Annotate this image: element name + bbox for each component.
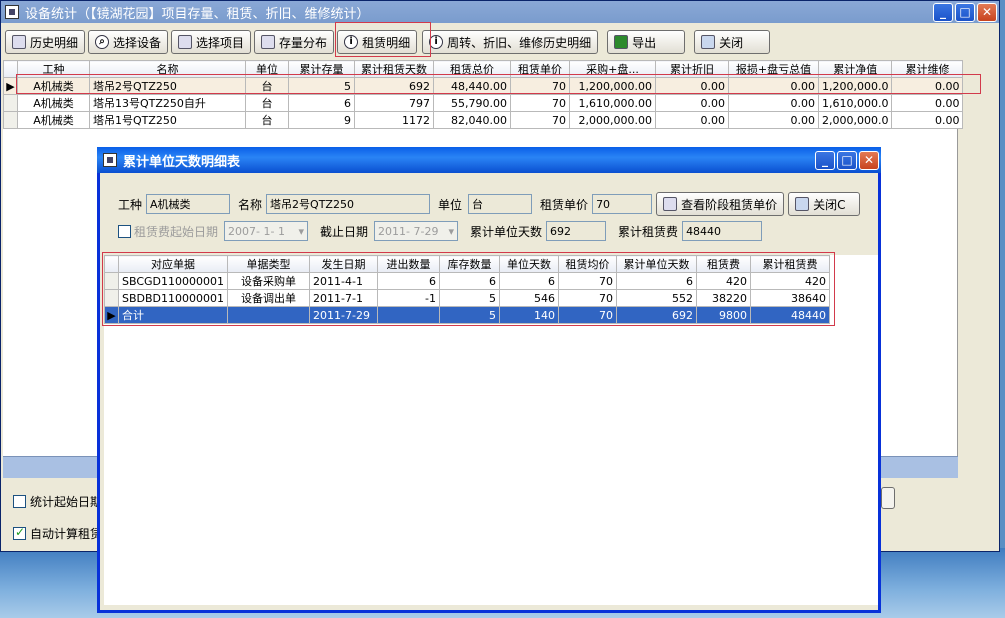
cell: 1,610,000.00	[569, 94, 656, 112]
end-date-label: 截止日期	[320, 224, 369, 239]
rental-start-checkbox[interactable]	[118, 224, 131, 238]
unit-field[interactable]: 台	[468, 194, 533, 214]
days-field[interactable]: 692	[546, 221, 607, 241]
search-icon: ⌕	[95, 35, 110, 49]
history-detail-button[interactable]: 历史明细	[5, 30, 86, 54]
days-label: 累计单位天数	[470, 224, 543, 239]
dialog-minimize-button[interactable]: _	[815, 150, 835, 170]
checkbox[interactable]	[13, 495, 26, 508]
fee-label: 累计租赁费	[618, 224, 679, 239]
list-icon	[663, 197, 678, 211]
name-field[interactable]: 塔吊2号QTZ250	[266, 194, 431, 214]
type-field[interactable]: A机械类	[146, 194, 231, 214]
cell: 797	[354, 94, 434, 112]
dialog-title: 累计单位天数明细表	[123, 154, 241, 170]
cell: 0.00	[728, 111, 819, 129]
price-label: 租赁单价	[540, 197, 589, 212]
start-date-picker[interactable]: 2007- 1- 1 ▾	[224, 221, 309, 241]
equipment-table: 工种 名称 单位 累计存量 累计租赁天数 租赁总价 租赁单价 采购+盘... 累…	[3, 60, 964, 129]
highlight-detail-table	[102, 252, 835, 326]
export-button[interactable]: 导出	[607, 30, 686, 54]
chevron-down-icon: ▾	[448, 224, 455, 238]
fee-field[interactable]: 48440	[682, 221, 763, 241]
cell: 台	[245, 94, 289, 112]
cell: 82,040.00	[433, 111, 511, 129]
table-row[interactable]: A机械类 塔吊1号QTZ250 台 9 1172 82,040.00 70 2,…	[3, 111, 964, 129]
dialog-close-button[interactable]: ✕	[859, 150, 879, 170]
cell: 0.00	[655, 94, 729, 112]
cell: 1172	[354, 111, 434, 129]
start-date-label: 租赁费起始日期	[134, 224, 219, 239]
stage-price-button[interactable]: 查看阶段租赁单价	[656, 192, 785, 216]
stock-distribution-button[interactable]: 存量分布	[254, 30, 335, 54]
close-button[interactable]: 关闭	[694, 30, 771, 54]
row-header	[3, 94, 18, 112]
cell: 0.00	[891, 94, 964, 112]
cell: 0.00	[891, 111, 964, 129]
form-row-2: 租赁费起始日期 2007- 1- 1 ▾ 截止日期 2011- 7-29 ▾ 累计单…	[118, 221, 763, 241]
cell: 55,790.00	[433, 94, 511, 112]
cell: 塔吊1号QTZ250	[89, 111, 246, 129]
dialog-maximize-button[interactable]: □	[837, 150, 857, 170]
price-field[interactable]: 70	[592, 194, 653, 214]
cell: 塔吊13号QTZ250自升	[89, 94, 246, 112]
checkbox-checked[interactable]	[13, 525, 26, 540]
main-titlebar: 设备统计（【镜湖花园】项目存量、租赁、折旧、维修统计） _ □ ✕	[1, 1, 999, 23]
minimize-button[interactable]: _	[933, 2, 953, 22]
info-icon: i	[429, 35, 444, 49]
auto-calc-rental-checkbox[interactable]: 自动计算租赁	[13, 525, 102, 542]
app-icon	[103, 153, 117, 167]
turnover-history-button[interactable]: i 周转、折旧、维修历史明细	[422, 30, 599, 54]
unit-label: 单位	[438, 197, 463, 212]
cell: 台	[245, 111, 289, 129]
end-date-picker[interactable]: 2011- 7-29 ▾	[374, 221, 459, 241]
cell: 9	[288, 111, 355, 129]
cell: 6	[288, 94, 355, 112]
exit-door-icon	[701, 35, 716, 49]
select-project-button[interactable]: 选择项目	[171, 30, 252, 54]
hidden-button[interactable]	[881, 487, 895, 509]
list-icon	[12, 35, 26, 49]
chevron-down-icon: ▾	[298, 224, 305, 238]
dialog-close-c-button[interactable]: 关闭C	[788, 192, 861, 216]
highlight-selected-row	[16, 74, 981, 94]
cell: 70	[510, 111, 570, 129]
tools-icon	[178, 35, 193, 49]
form-row-1: 工种 A机械类 名称 塔吊2号QTZ250 单位 台 租赁单价 70 查看阶段租…	[118, 192, 861, 216]
highlight-rental-button	[335, 22, 431, 57]
table-row[interactable]: A机械类 塔吊13号QTZ250自升 台 6 797 55,790.00 70 …	[3, 94, 964, 112]
dialog-titlebar: 累计单位天数明细表 _ □ ✕	[97, 147, 881, 173]
stat-start-date-checkbox[interactable]: 统计起始日期	[13, 493, 102, 510]
cell: 1,610,000.0	[817, 94, 893, 112]
name-label: 名称	[238, 197, 263, 212]
distribution-icon	[261, 35, 276, 49]
app-icon	[5, 5, 19, 19]
cell: A机械类	[17, 111, 90, 129]
excel-icon	[614, 35, 629, 49]
select-equipment-button[interactable]: ⌕ 选择设备	[88, 30, 169, 54]
cell: 2,000,000.0	[817, 111, 893, 129]
window-title: 设备统计（【镜湖花园】项目存量、租赁、折旧、维修统计）	[25, 6, 370, 22]
cell: A机械类	[17, 94, 90, 112]
cell: 70	[510, 94, 570, 112]
exit-door-icon	[795, 197, 810, 211]
type-label: 工种	[118, 197, 143, 212]
cell: 0.00	[728, 94, 819, 112]
cell: 2,000,000.00	[569, 111, 656, 129]
cell: 0.00	[655, 111, 729, 129]
maximize-button[interactable]: □	[955, 2, 975, 22]
detail-dialog: 累计单位天数明细表 _ □ ✕ 工种 A机械类 名称 塔吊2号QTZ250 单位…	[97, 147, 881, 613]
row-header	[3, 111, 18, 129]
close-window-button[interactable]: ✕	[977, 2, 997, 22]
